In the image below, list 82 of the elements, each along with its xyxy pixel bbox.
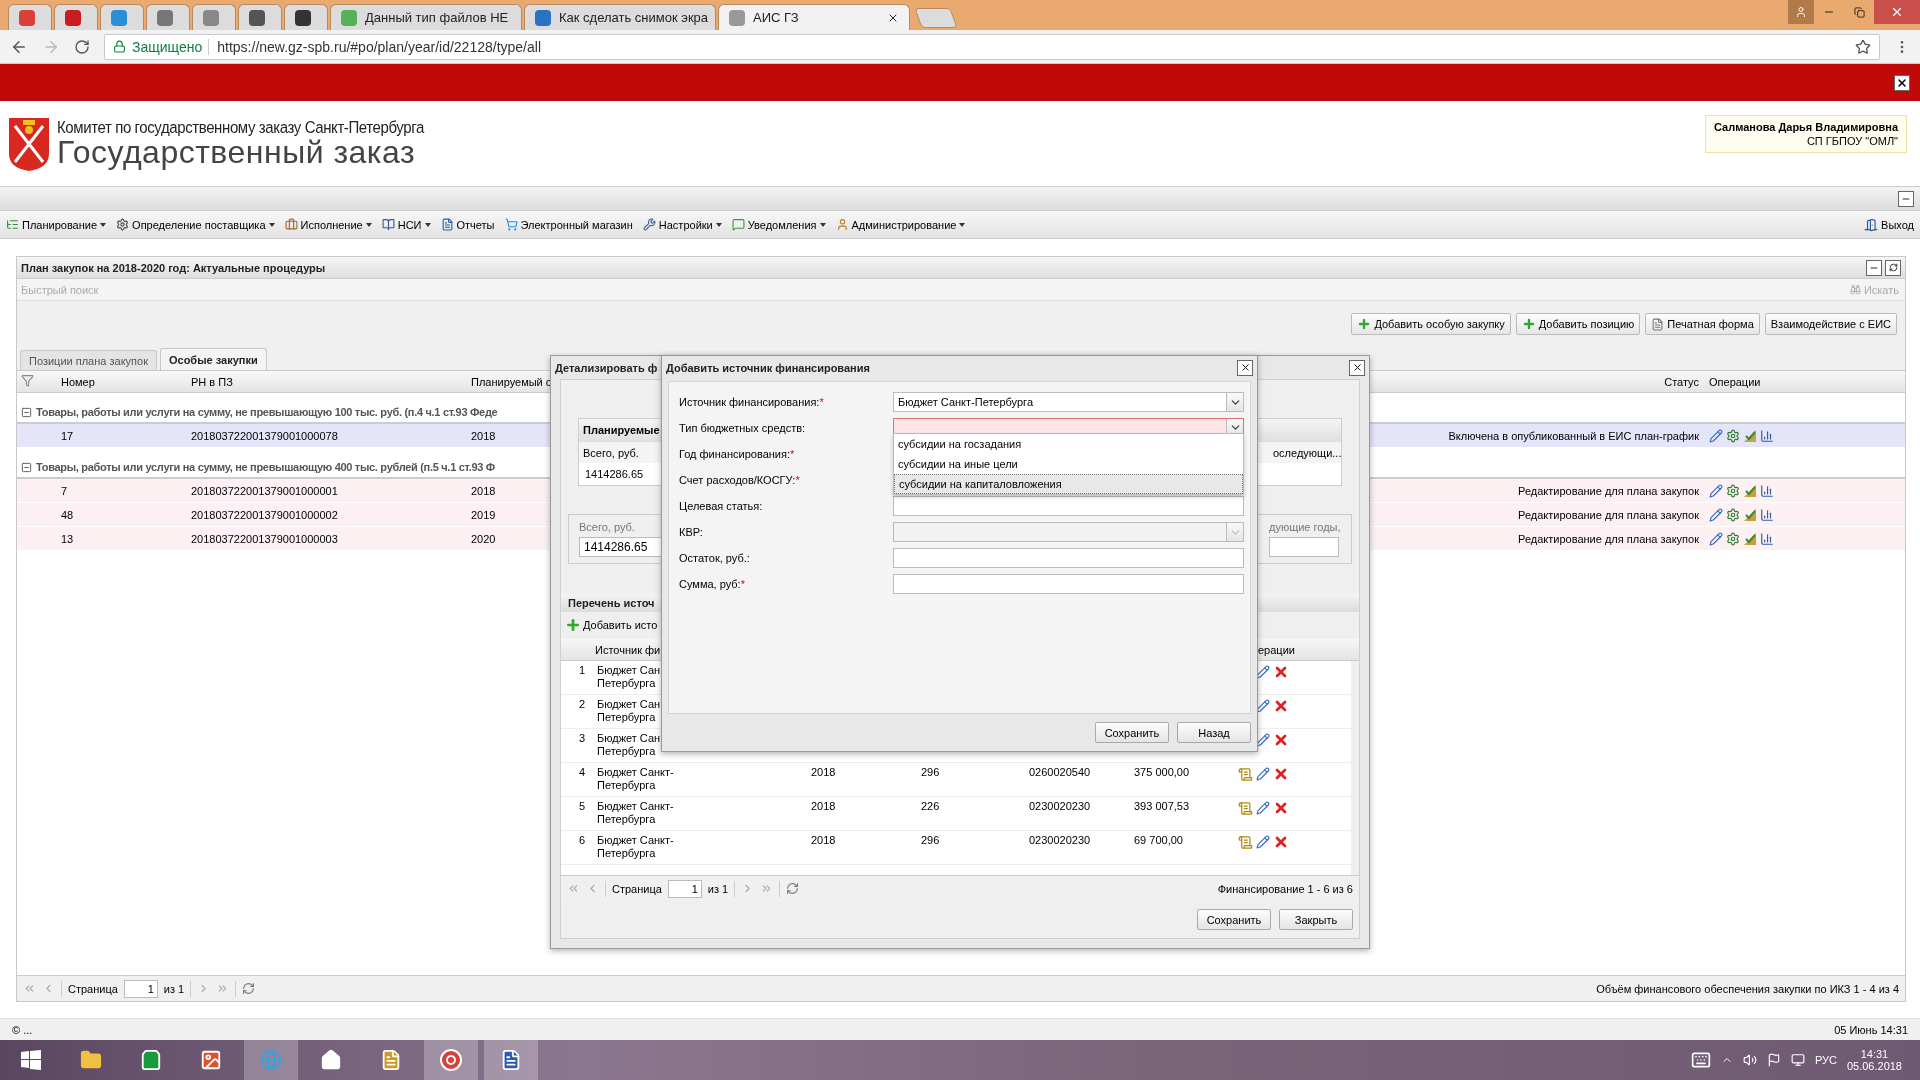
- table-cell-text: 296: [920, 766, 941, 778]
- column-header: Источник фи: [594, 643, 662, 656]
- required-mark: *: [795, 474, 800, 486]
- table-cell-text: 296: [920, 834, 941, 846]
- table-cell-text: Бюджет Сан Петербурга: [596, 698, 662, 724]
- row-number: 4: [577, 766, 586, 778]
- table-cell-text: 2018: [810, 800, 837, 812]
- site-title: Государственный заказ: [57, 135, 416, 169]
- column-header: Операции: [1708, 375, 1762, 388]
- field-label: Счет расходов/КОСГУ:*: [679, 473, 801, 488]
- column-header: оследующи...: [1272, 446, 1343, 459]
- field-label: Сумма, руб:*: [679, 577, 746, 592]
- table-cell-text: Бюджет Сан Петербурга: [596, 664, 662, 690]
- table-cell-text: 0230020230: [1028, 800, 1092, 812]
- table-cell-text: Редактирование для плана закупок: [1517, 508, 1700, 521]
- field-label: Источник финансирования:*: [679, 395, 825, 410]
- table-cell-text: 0230020230: [1028, 834, 1092, 846]
- pager-summary: Объём финансового обеспечения закупки по ИКЗ 1 - 4 из 4: [1596, 982, 1899, 995]
- url-text: https://new.gz-spb.ru/#po/plan/year/id/22128/type/all: [208, 38, 541, 55]
- table-cell-text: 2018: [470, 484, 497, 497]
- security-label: Защищено: [132, 38, 203, 55]
- table-cell-text: Бюджет Сан Петербурга: [596, 732, 662, 758]
- field-label: Тип бюджетных средств:: [679, 421, 807, 436]
- row-number: 2: [577, 698, 586, 710]
- table-cell-text: 201803722001379001000002: [190, 508, 339, 521]
- table-cell-text: 17: [60, 429, 75, 442]
- page-label: Страница: [612, 882, 662, 895]
- table-cell-text: 226: [920, 800, 941, 812]
- row-number: 3: [577, 732, 586, 744]
- table-cell-text: Бюджет Санкт- Петербурга: [596, 800, 675, 826]
- field-label: Год финансирования:*: [679, 447, 796, 462]
- page-label: Страница: [68, 982, 118, 995]
- user-organization: СП ГБПОУ "ОМЛ": [1806, 135, 1898, 147]
- window-title: Детализировать ф: [555, 361, 658, 374]
- field-label: Всего, руб.: [579, 521, 636, 533]
- page-count: из 1: [163, 982, 185, 995]
- table-cell-text: Бюджет Санкт- Петербурга: [596, 834, 675, 860]
- table-cell-text: 2019: [470, 508, 497, 521]
- group-title: Товары, работы или услуги на сумму, не превышающую 400 тыс. рублей (п.5 ч.1 ст.93 Ф: [36, 461, 495, 473]
- column-header: Номер: [60, 375, 96, 388]
- table-cell-text: Бюджет Санкт- Петербурга: [596, 766, 675, 792]
- table-cell-text: Редактирование для плана закупок: [1517, 484, 1700, 497]
- page-count: из 1: [707, 882, 729, 895]
- table-cell-text: 2018: [810, 766, 837, 778]
- table-header: Планируемые: [582, 424, 661, 436]
- table-cell-text: 393 007,53: [1133, 800, 1191, 812]
- section-title: Перечень источ: [568, 597, 655, 609]
- table-cell-text: 48: [60, 508, 75, 521]
- field-label: КВР:: [679, 525, 704, 540]
- table-cell-text: 201803722001379001000078: [190, 429, 339, 442]
- user-name: Салманова Дарья Владимировна: [1714, 121, 1898, 133]
- column-header: Статус: [1663, 375, 1700, 388]
- table-cell-text: 375 000,00: [1133, 766, 1191, 778]
- required-mark: *: [790, 448, 795, 460]
- pager-summary: Финансирование 1 - 6 из 6: [1217, 882, 1353, 895]
- row-number: 1: [577, 664, 586, 676]
- field-label: дующие годы,: [1269, 521, 1341, 533]
- panel-title: План закупок на 2018-2020 год: Актуальные процедуры: [21, 261, 326, 274]
- table-cell-text: 69 700,00: [1133, 834, 1184, 846]
- table-cell-text: 2020: [470, 532, 497, 545]
- field-label: Целевая статья:: [679, 499, 764, 514]
- table-cell-text: Редактирование для плана закупок: [1517, 532, 1700, 545]
- status-date: 05 Июнь 14:31: [1834, 1023, 1908, 1036]
- table-cell-text: 201803722001379001000003: [190, 532, 339, 545]
- table-cell-text: 7: [60, 484, 69, 497]
- row-number: 5: [577, 800, 586, 812]
- required-mark: *: [740, 578, 745, 590]
- table-cell-text: 201803722001379001000001: [190, 484, 339, 497]
- table-cell: 1414286.65: [585, 468, 644, 480]
- column-header: ерации: [1257, 643, 1296, 656]
- row-number: 6: [577, 834, 586, 846]
- group-title: Товары, работы или услуги на сумму, не превышающую 100 тыс. руб. (п.4 ч.1 ст.93 Феде: [36, 406, 498, 418]
- table-cell-text: 2018: [810, 834, 837, 846]
- site-subtitle: Комитет по государственному заказу Санкт-Петербурга: [57, 117, 424, 136]
- required-mark: *: [819, 396, 824, 408]
- table-cell-text: 13: [60, 532, 75, 545]
- table-cell-text: Включена в опубликованный в ЕИС план-график: [1447, 429, 1700, 442]
- table-cell-text: 0260020540: [1028, 766, 1092, 778]
- column-header: РН в ПЗ: [190, 375, 234, 388]
- column-header: Всего, руб.: [582, 446, 640, 459]
- status-text: © ...: [12, 1023, 33, 1036]
- dialog-title: Добавить источник финансирования: [666, 361, 870, 374]
